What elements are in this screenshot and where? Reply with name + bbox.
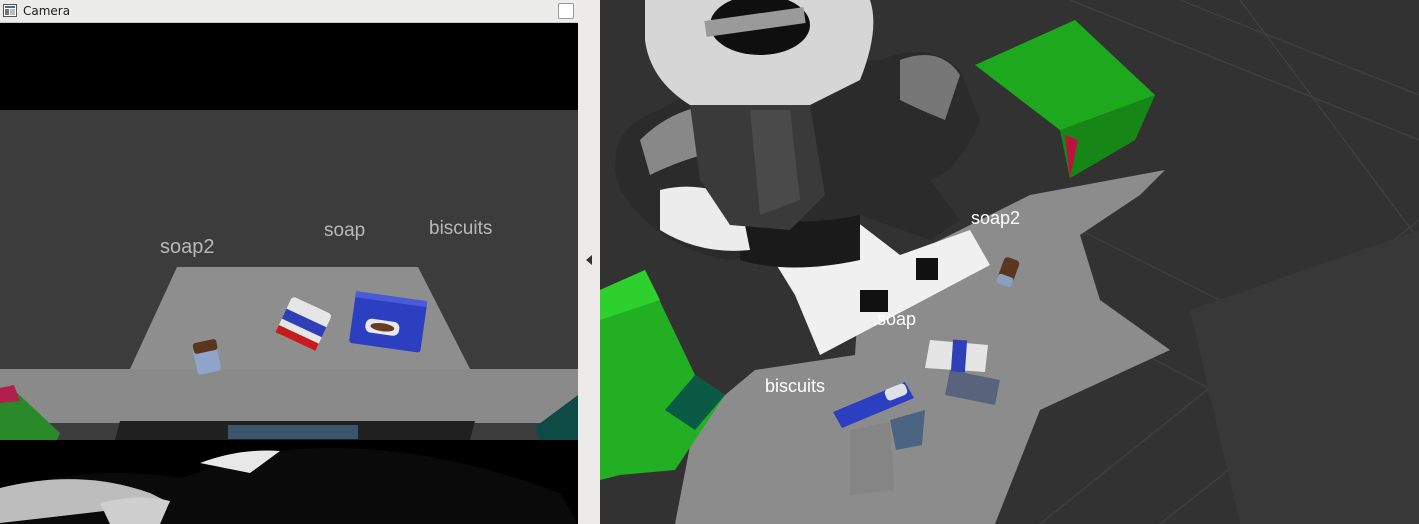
panel-splitter[interactable]: [578, 0, 600, 524]
camera-label-soap2: soap2: [160, 236, 215, 258]
camera-image-view: soap2 soap biscuits: [0, 23, 578, 524]
camera-label-biscuits: biscuits: [429, 218, 492, 239]
scene-label-biscuits: biscuits: [765, 376, 825, 396]
camera-window: Camera soap2 soap biscuits: [0, 0, 578, 524]
collapse-arrow-icon[interactable]: [586, 255, 592, 265]
camera-window-icon: [3, 4, 17, 17]
scene-label-soap2: soap2: [971, 208, 1020, 228]
scene-label-soap: soap: [877, 309, 916, 329]
camera-label-soap: soap: [324, 220, 365, 241]
maximize-button[interactable]: [558, 3, 574, 19]
scene-render: soap2 soap biscuits: [600, 0, 1419, 524]
table-front: [0, 369, 578, 423]
biscuits-object: [349, 291, 428, 353]
camera-window-title: Camera: [23, 4, 71, 18]
scene-3d-view[interactable]: soap2 soap biscuits: [600, 0, 1419, 524]
camera-window-titlebar[interactable]: Camera: [0, 0, 578, 23]
